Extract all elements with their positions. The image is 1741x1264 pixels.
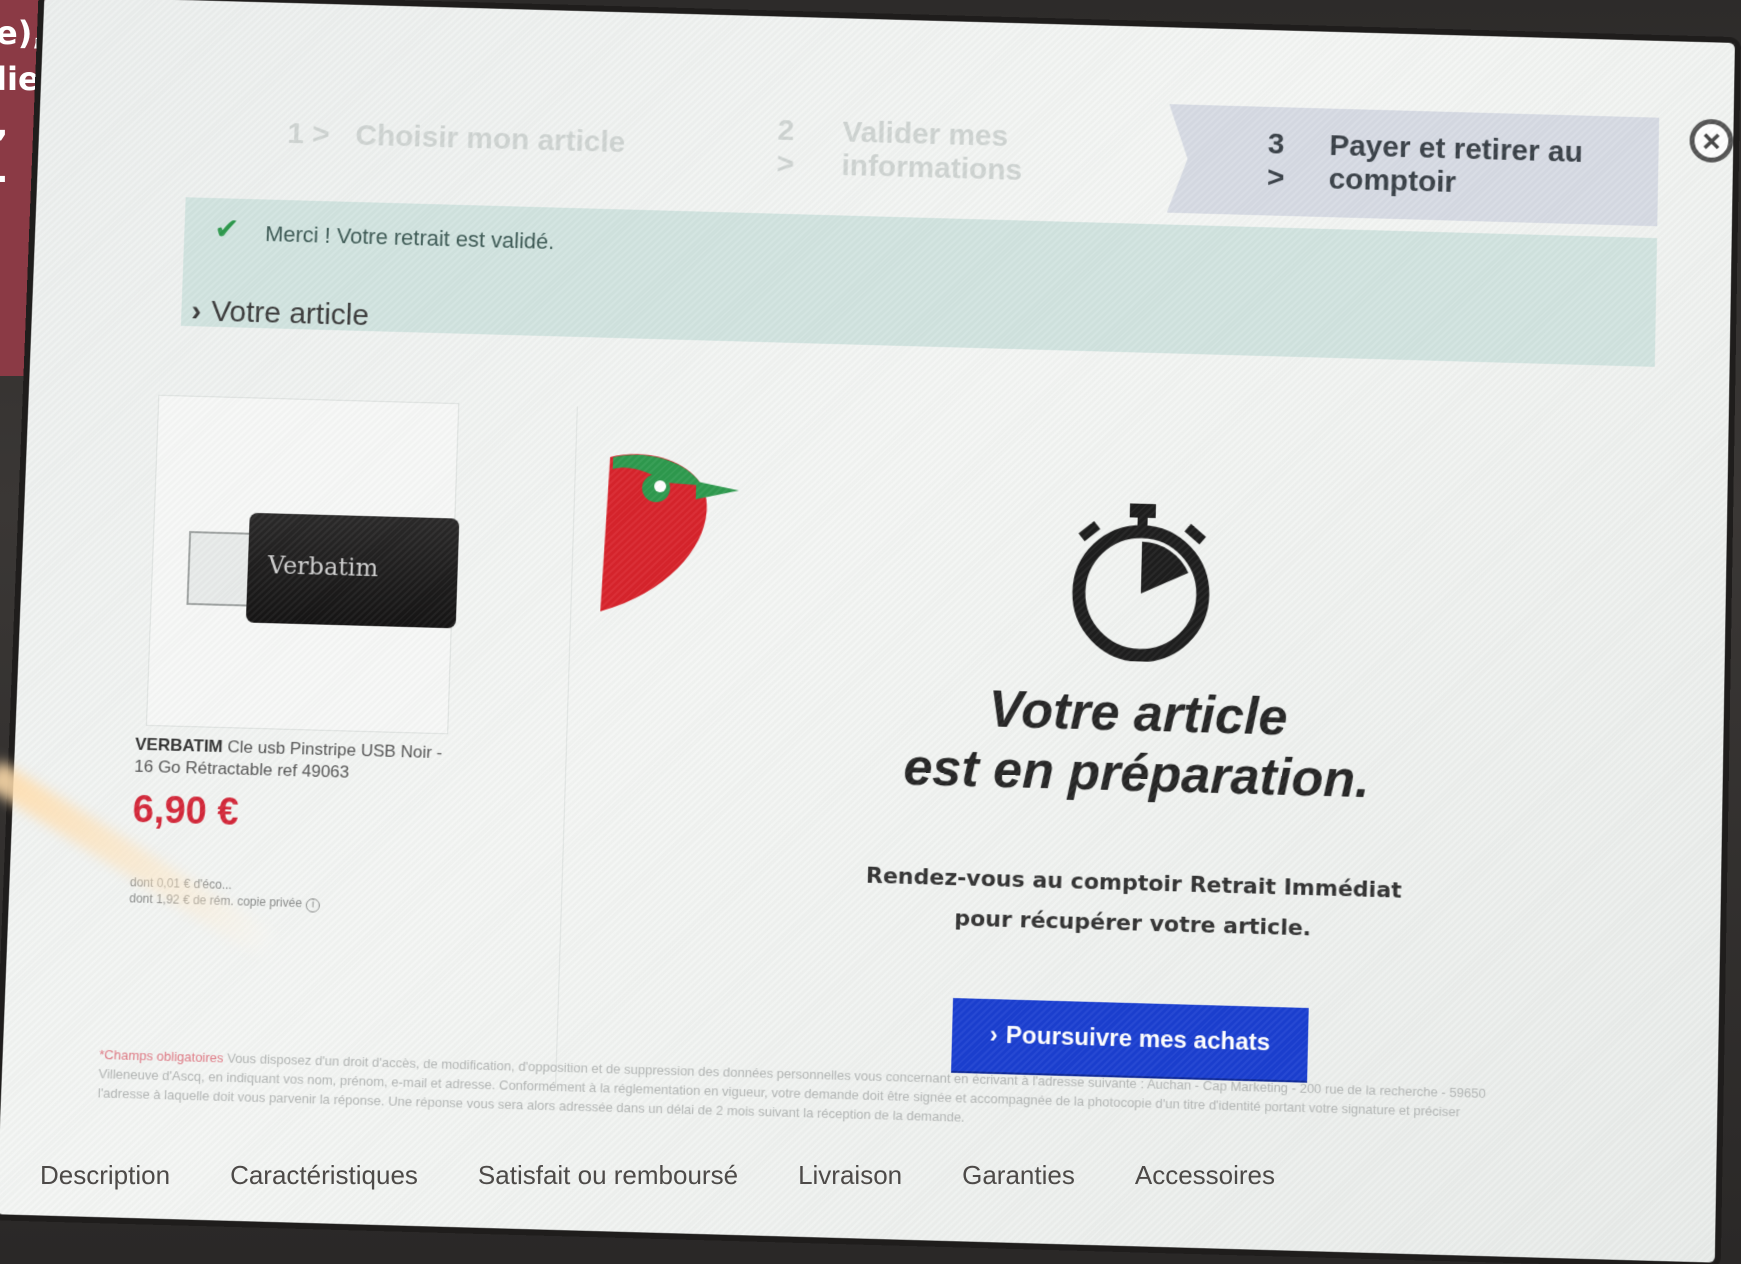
step-number: 2 > <box>776 113 795 181</box>
step-label: Choisir mon article <box>354 119 626 160</box>
chevron-right-icon: › <box>989 1021 999 1049</box>
continue-shopping-button[interactable]: › Poursuivre mes achats <box>950 998 1310 1081</box>
product-name: VERBATIM Cle usb Pinstripe USB Noir - 16… <box>134 734 466 787</box>
step-label: Payer et retirer au comptoir <box>1328 129 1584 199</box>
required-fields-note: *Champs obligatoires <box>99 1046 224 1066</box>
section-title: › Votre article <box>191 294 370 333</box>
close-icon[interactable]: × <box>1689 118 1734 164</box>
bird-beak <box>695 481 740 501</box>
usb-drive-image: Verbatim <box>185 501 460 638</box>
tab-delivery[interactable]: Livraison <box>798 1160 902 1191</box>
tab-accessories[interactable]: Accessoires <box>1135 1160 1275 1191</box>
continue-shopping-label: Poursuivre mes achats <box>1005 1021 1271 1057</box>
success-message: Merci ! Votre retrait est validé. <box>264 221 555 254</box>
status-panel: Votre article est en préparation. Rendez… <box>767 492 1502 1086</box>
check-icon: ✔ <box>213 212 240 247</box>
step-choose-article: 1 > Choisir mon article <box>186 77 680 199</box>
tab-warranty[interactable]: Garanties <box>962 1160 1075 1191</box>
tab-satisfaction[interactable]: Satisfait ou remboursé <box>478 1160 738 1191</box>
status-headline: Votre article est en préparation. <box>775 673 1499 813</box>
copy-fee: dont 1,92 € de rém. copie privée <box>129 891 303 911</box>
product-image-frame: Verbatim <box>145 394 460 735</box>
stopwatch-icon <box>1064 503 1218 664</box>
tab-description[interactable]: Description <box>40 1160 170 1191</box>
usb-brand-text: Verbatim <box>267 551 379 583</box>
kiosk-screen: × 1 > Choisir mon article 2 > Valider me… <box>0 0 1735 1263</box>
product-brand: VERBATIM <box>134 734 224 757</box>
step-validate-info: 2 > Valider mes informations <box>676 91 1169 213</box>
section-title-text: Votre article <box>210 295 370 333</box>
product-column: Verbatim VERBATIM Cle usb Pinstripe USB … <box>102 393 578 1088</box>
price-fine-print: dont 0,01 € d'éco... dont 1,92 € de rém.… <box>129 874 321 913</box>
background-tabs: Description Caractéristiques Satisfait o… <box>40 1160 1340 1191</box>
step-pay-and-collect: 3 > Payer et retirer au comptoir <box>1167 104 1659 226</box>
tab-characteristics[interactable]: Caractéristiques <box>230 1160 418 1191</box>
info-icon[interactable]: i <box>305 898 321 913</box>
product-price: 6,90 € <box>131 788 240 834</box>
status-instructions: Rendez-vous au comptoir Retrait Immédiat… <box>771 854 1495 955</box>
step-number: 1 > <box>286 117 331 151</box>
auchan-bird-logo <box>600 453 740 615</box>
success-banner: ✔ Merci ! Votre retrait est validé. <box>180 197 1658 367</box>
step-number: 3 > <box>1266 127 1285 195</box>
chevron-right-icon: › <box>190 294 202 328</box>
step-label: Valider mes informations <box>841 115 1023 187</box>
